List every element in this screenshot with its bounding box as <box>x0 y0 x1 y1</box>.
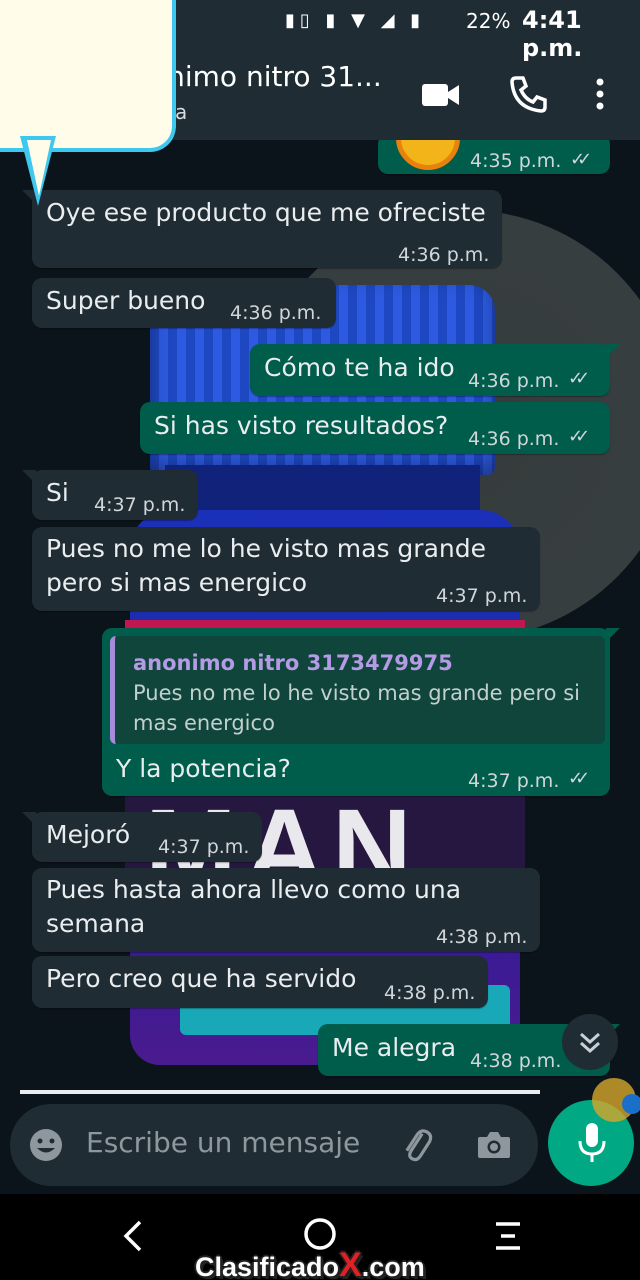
camera-icon[interactable] <box>472 1123 516 1167</box>
recent-apps-icon[interactable] <box>488 1214 528 1258</box>
bubble-tail <box>22 470 36 484</box>
message-text: Super bueno <box>46 286 206 315</box>
message-text: Oye ese producto que me ofreciste <box>46 198 486 227</box>
message-time: 4:38 p.m. <box>384 982 476 1004</box>
more-options-icon[interactable] <box>582 72 626 116</box>
back-icon[interactable] <box>114 1214 154 1258</box>
message-input[interactable]: Escribe un mensaje <box>86 1126 360 1159</box>
message-time: 4:37 p.m. <box>94 494 186 516</box>
double-chevron-down-icon <box>580 1032 600 1054</box>
message-time: 4:35 p.m. <box>470 150 562 172</box>
read-receipt-icon: ✓✓ <box>570 149 592 170</box>
message-in[interactable]: Mejoró 4:37 p.m. <box>22 812 262 862</box>
message-out[interactable]: 4:35 p.m. ✓✓ <box>378 106 610 174</box>
status-icons: ▮▯ ▮ ▼ ◢ ▮ <box>285 10 426 31</box>
message-out[interactable]: Si has visto resultados? 4:36 p.m. ✓✓ <box>140 402 610 454</box>
chat-screen: MAN ▮▯ ▮ ▼ ◢ ▮ 22% 4:41 p.m. onimo nitro… <box>0 0 640 1280</box>
bubble-tail <box>606 344 620 358</box>
message-text: Mejoró <box>46 820 131 849</box>
quoted-text: Pues no me lo he visto mas grande pero s… <box>133 681 580 735</box>
message-text-line2: semana <box>46 909 146 938</box>
message-out[interactable]: Cómo te ha ido 4:36 p.m. ✓✓ <box>250 344 620 396</box>
message-text: Y la potencia? <box>116 754 291 783</box>
phone-call-icon[interactable] <box>506 72 550 116</box>
watermark-logo-icon <box>592 1078 640 1122</box>
message-time: 4:38 p.m. <box>436 926 528 948</box>
video-call-icon[interactable] <box>418 72 462 116</box>
message-time: 4:38 p.m. <box>470 1050 562 1072</box>
message-in[interactable]: Pues hasta ahora llevo como una semana 4… <box>32 868 540 952</box>
quoted-sender: anonimo nitro 3173479975 <box>133 651 453 675</box>
message-text-line1: Pues no me lo he visto mas grande <box>46 534 486 563</box>
message-text: Pero creo que ha servido <box>46 964 357 993</box>
message-time: 4:37 p.m. <box>436 585 528 607</box>
attach-icon[interactable] <box>394 1123 438 1167</box>
message-text: Cómo te ha ido <box>264 353 455 382</box>
message-in[interactable]: Oye ese producto que me ofreciste 4:36 p… <box>22 190 502 268</box>
watermark-part1: Clasificado <box>195 1252 340 1280</box>
read-receipt-icon: ✓✓ <box>568 768 590 789</box>
read-receipt-icon: ✓✓ <box>568 368 590 389</box>
highlight-callout <box>0 0 176 152</box>
bubble-tail <box>22 812 36 826</box>
clock: 4:41 p.m. <box>522 6 583 62</box>
message-text: Si <box>46 478 69 507</box>
site-watermark: ClasificadoX.com <box>195 1246 425 1280</box>
message-in[interactable]: Pues no me lo he visto mas grande pero s… <box>32 527 540 611</box>
battery-percent: 22% <box>466 9 511 33</box>
bubble-tail <box>606 628 620 642</box>
message-text: Me alegra <box>332 1033 457 1062</box>
message-time: 4:36 p.m. <box>230 302 322 324</box>
message-text: Si has visto resultados? <box>154 411 449 440</box>
message-text-line1: Pues hasta ahora llevo como una <box>46 875 462 904</box>
message-time: 4:36 p.m. <box>468 428 560 450</box>
message-in[interactable]: Super bueno 4:36 p.m. <box>32 278 336 328</box>
divider <box>20 1090 540 1094</box>
callout-pointer-inner <box>27 140 51 196</box>
read-receipt-icon: ✓✓ <box>568 426 590 447</box>
watermark-part2: .com <box>361 1252 425 1280</box>
message-in[interactable]: Pero creo que ha servido 4:38 p.m. <box>32 956 488 1008</box>
quoted-message[interactable]: anonimo nitro 3173479975 Pues no me lo h… <box>110 636 605 744</box>
message-time: 4:37 p.m. <box>158 836 250 858</box>
emoji-icon[interactable] <box>24 1123 68 1167</box>
message-time: 4:36 p.m. <box>468 370 560 392</box>
scroll-to-bottom-button[interactable] <box>562 1014 618 1070</box>
message-time: 4:36 p.m. <box>398 244 490 266</box>
contact-name[interactable]: onimo nitro 31... <box>150 60 382 93</box>
message-time: 4:37 p.m. <box>468 770 560 792</box>
message-text-line2: pero si mas energico <box>46 568 308 597</box>
watermark-x: X <box>339 1246 362 1280</box>
message-out-reply[interactable]: anonimo nitro 3173479975 Pues no me lo h… <box>102 628 620 796</box>
message-in[interactable]: Si 4:37 p.m. <box>22 470 198 520</box>
message-input-bar[interactable]: Escribe un mensaje <box>10 1104 538 1186</box>
